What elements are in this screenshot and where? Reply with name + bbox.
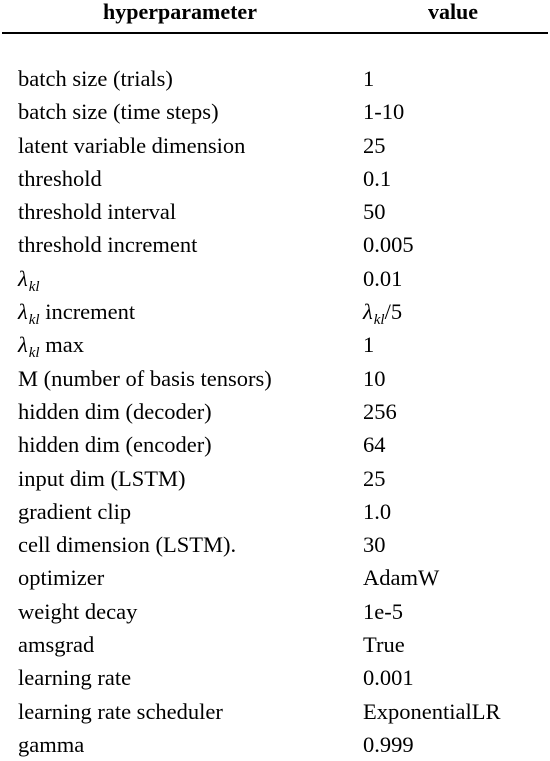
table-row: M (number of basis tensors) 10	[0, 362, 550, 395]
param-name: M (number of basis tensors)	[18, 365, 272, 391]
table-row: λkl 0.01	[0, 262, 550, 295]
param-value: 30	[363, 532, 386, 558]
lambda-subscript: kl	[28, 345, 40, 362]
table-row: threshold 0.1	[0, 162, 550, 195]
table-row: λkl max 1	[0, 328, 550, 361]
param-name: gradient clip	[18, 498, 132, 524]
param-name: hidden dim (encoder)	[18, 432, 212, 458]
param-value: 1	[363, 66, 375, 91]
param-name: threshold	[18, 165, 102, 191]
lambda-symbol: λ	[18, 265, 28, 291]
param-name: latent variable dimension	[18, 132, 246, 158]
table-body: batch size (trials) 1 batch size (time ste…	[0, 62, 550, 761]
table-row: learning rate 0.001	[0, 661, 550, 694]
param-value: 0.005	[363, 232, 414, 258]
param-value: 1	[363, 332, 375, 358]
table-row: hidden dim (encoder) 64	[0, 428, 550, 461]
header-rule	[2, 32, 548, 34]
table-row: latent variable dimension 25	[0, 129, 550, 162]
param-name: threshold increment	[18, 232, 198, 258]
param-name-suffix: max	[39, 332, 84, 358]
param-value: 64	[363, 432, 386, 458]
param-value: 1.0	[363, 498, 392, 524]
param-name: optimizer	[18, 565, 105, 591]
table-row: optimizer AdamW	[0, 561, 550, 594]
param-name: threshold interval	[18, 199, 177, 225]
header-value: value	[427, 0, 479, 24]
param-value-suffix: /5	[384, 299, 403, 325]
param-value: 1e-5	[363, 598, 403, 624]
table-row: hidden dim (decoder) 256	[0, 395, 550, 428]
param-value: 25	[363, 132, 386, 158]
lambda-subscript: kl	[28, 278, 40, 295]
param-name: batch size (trials)	[18, 66, 173, 91]
lambda-subscript: kl	[373, 312, 385, 329]
table-row: cell dimension (LSTM). 30	[0, 528, 550, 561]
table-row: threshold increment 0.005	[0, 228, 550, 261]
param-value: ExponentialLR	[363, 698, 501, 724]
param-name: cell dimension (LSTM).	[18, 532, 237, 558]
param-value: True	[363, 632, 405, 658]
param-value: 1-10	[363, 99, 405, 125]
param-name: hidden dim (decoder)	[18, 398, 212, 424]
param-value: AdamW	[363, 565, 440, 591]
lambda-symbol: λ	[363, 299, 373, 325]
param-name-suffix: increment	[39, 299, 136, 325]
param-name: weight decay	[18, 598, 138, 624]
param-name: λkl increment	[18, 295, 135, 332]
param-value: 256	[363, 398, 397, 424]
param-value: 10	[363, 365, 386, 391]
param-name: batch size (time steps)	[18, 99, 219, 125]
param-value: 0.999	[363, 731, 414, 757]
table-row: input dim (LSTM) 25	[0, 462, 550, 495]
param-name: learning rate	[18, 665, 132, 691]
table-row: threshold interval 50	[0, 195, 550, 228]
lambda-symbol: λ	[18, 299, 28, 325]
param-name: gamma	[18, 731, 85, 757]
table-row: learning rate scheduler ExponentialLR	[0, 695, 550, 728]
lambda-symbol: λ	[18, 332, 28, 358]
param-name: λkl	[18, 262, 40, 299]
table-row: amsgrad True	[0, 628, 550, 661]
param-name: learning rate scheduler	[18, 698, 223, 724]
table-row: gamma 0.999	[0, 728, 550, 761]
table-row: weight decay 1e-5	[0, 595, 550, 628]
table-row: batch size (trials) 1	[0, 62, 550, 95]
param-value: 25	[363, 465, 386, 491]
param-value: 0.01	[363, 265, 403, 291]
header-hyperparameter: hyperparameter	[103, 0, 257, 24]
param-value: 50	[363, 199, 386, 225]
table-row: batch size (time steps) 1-10	[0, 95, 550, 128]
param-name: input dim (LSTM)	[18, 465, 186, 491]
table-row: gradient clip 1.0	[0, 495, 550, 528]
param-value: 0.001	[363, 665, 414, 691]
param-value: λkl/5	[363, 295, 402, 332]
lambda-subscript: kl	[28, 312, 40, 329]
param-value: 0.1	[363, 165, 392, 191]
table-row: λkl increment λkl/5	[0, 295, 550, 328]
param-name: λkl max	[18, 328, 84, 365]
param-name: amsgrad	[18, 632, 95, 658]
